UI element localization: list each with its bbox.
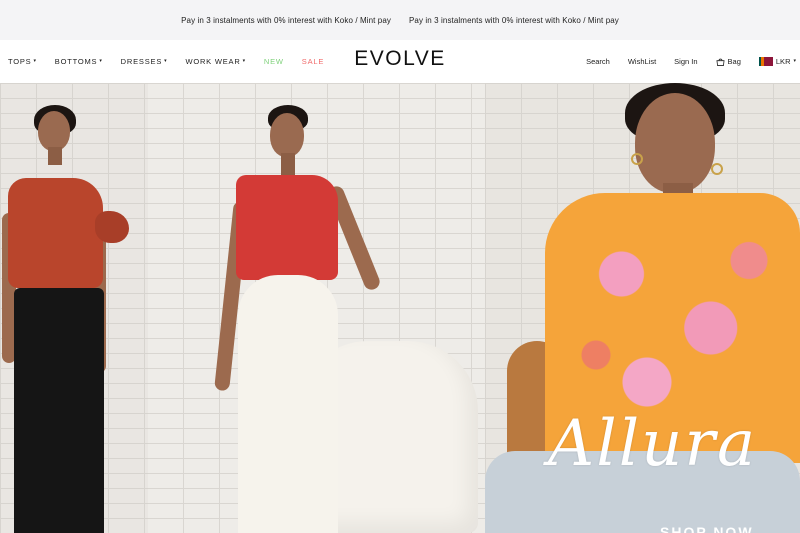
black-wide-pants — [14, 288, 104, 533]
rust-asymmetric-top — [8, 178, 103, 288]
caret-down-icon: ▾ — [33, 58, 37, 64]
white-flare-pants — [238, 275, 338, 533]
caret-down-icon: ▾ — [99, 58, 103, 64]
currency-selector[interactable]: LKR ▾ — [758, 57, 796, 66]
nav-bottoms-label: BOTTOMS — [54, 57, 98, 66]
earring-icon — [711, 163, 723, 175]
nav-new[interactable]: NEW — [264, 57, 284, 66]
shop-now-link[interactable]: SHOP NOW — [660, 524, 754, 533]
sri-lanka-flag-icon — [758, 57, 773, 66]
nav-work-wear[interactable]: WORK WEAR ▾ — [185, 57, 245, 66]
nav-sale[interactable]: SALE — [302, 57, 324, 66]
model-neck — [281, 153, 295, 175]
hero-image-center — [148, 83, 485, 533]
nav-bottoms[interactable]: BOTTOMS ▾ — [55, 57, 103, 66]
caret-down-icon: ▾ — [793, 58, 796, 64]
bag-icon — [716, 58, 725, 66]
announcement-bar: Pay in 3 instalments with 0% interest wi… — [0, 0, 800, 40]
hero-banner[interactable]: Allura SHOP NOW — [0, 83, 800, 533]
red-one-shoulder-top — [236, 175, 338, 280]
bag-label: Bag — [727, 57, 741, 66]
nav-dresses-label: DRESSES — [120, 57, 163, 66]
signin-link[interactable]: Sign In — [674, 57, 697, 66]
currency-label: LKR — [775, 57, 791, 66]
earring-icon — [631, 153, 643, 165]
collection-title: Allura — [548, 407, 758, 481]
caret-down-icon: ▾ — [164, 58, 168, 64]
search-link[interactable]: Search — [586, 57, 610, 66]
bag-link[interactable]: Bag — [716, 57, 741, 66]
nav-new-label: NEW — [263, 57, 284, 66]
announcement-message: Pay in 3 instalments with 0% interest wi… — [409, 15, 619, 25]
nav-tops-label: TOPS — [8, 57, 32, 66]
announcement-message: Pay in 3 instalments with 0% interest wi… — [181, 15, 391, 25]
nav-sale-label: SALE — [301, 57, 325, 66]
nav-tops[interactable]: TOPS ▾ — [8, 57, 37, 66]
hero-image-left — [0, 83, 148, 533]
caret-down-icon: ▾ — [242, 58, 246, 64]
shoulder-tie — [95, 211, 129, 243]
model-neck — [48, 147, 62, 165]
category-nav: TOPS ▾ BOTTOMS ▾ DRESSES ▾ WORK WEAR ▾ N… — [8, 40, 324, 83]
search-label: Search — [586, 57, 610, 66]
model-head — [270, 113, 304, 157]
utility-nav: Search WishList Sign In Bag LKR ▾ — [586, 40, 796, 83]
signin-label: Sign In — [674, 57, 698, 66]
wishlist-link[interactable]: WishList — [628, 57, 656, 66]
site-logo[interactable]: EVOLVE — [354, 47, 445, 70]
wishlist-label: WishList — [627, 57, 657, 66]
nav-work-wear-label: WORK WEAR — [185, 57, 241, 66]
model-head — [635, 93, 715, 193]
model-head — [38, 111, 70, 151]
nav-dresses[interactable]: DRESSES ▾ — [121, 57, 168, 66]
